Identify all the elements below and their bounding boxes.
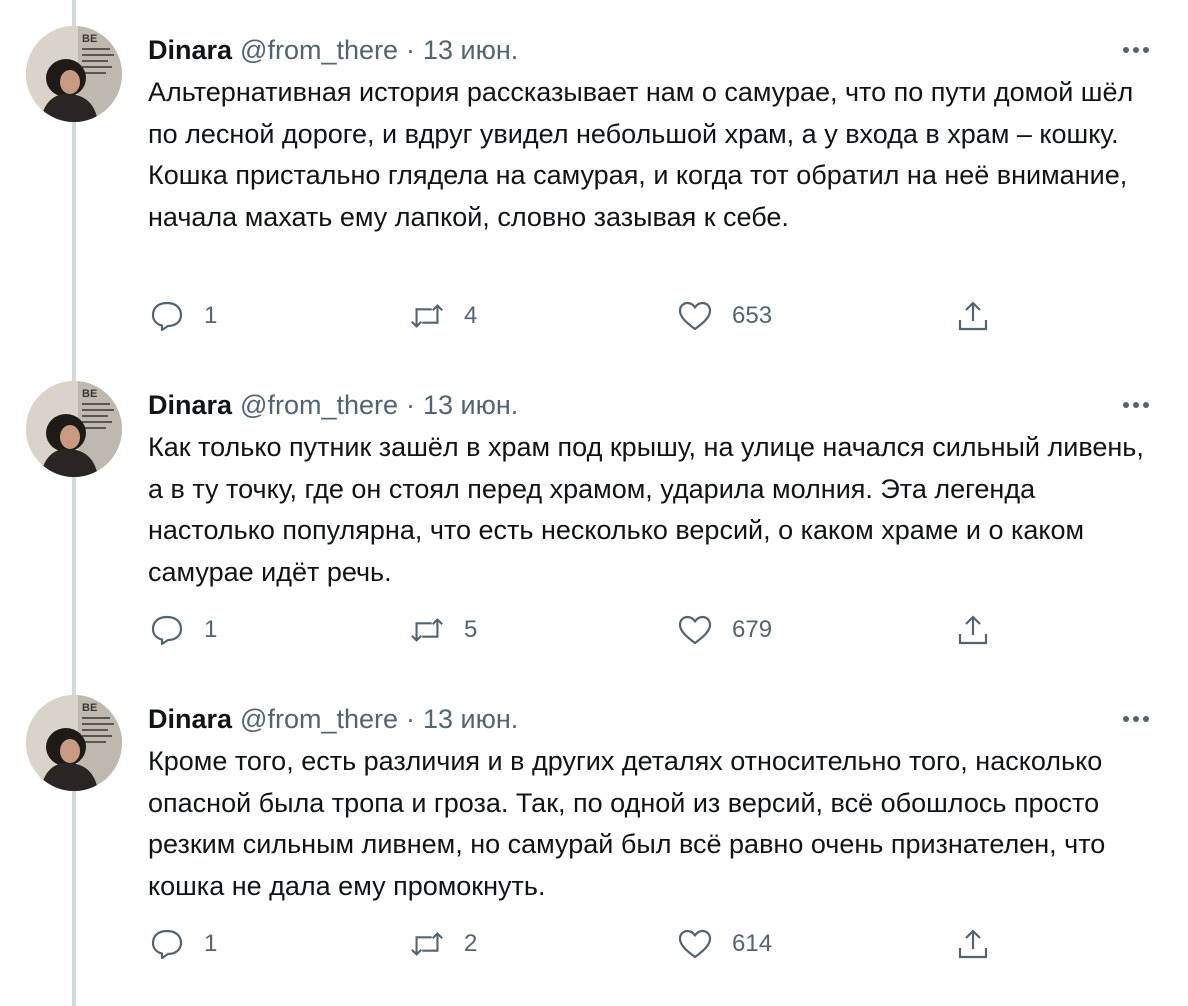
share-button[interactable] (954, 602, 992, 658)
author-handle[interactable]: @from_there (240, 704, 398, 735)
retweet-button[interactable]: 5 (408, 602, 477, 658)
like-icon (676, 297, 714, 335)
tweet-text: Альтернативная история рассказывает нам … (148, 77, 1134, 232)
tweet-text: Кроме того, есть различия и в других дет… (148, 746, 1106, 901)
tweet-header: Dinara @from_there · 13 июн. (148, 699, 518, 739)
separator: · (406, 34, 416, 65)
reply-count: 1 (204, 302, 218, 329)
like-button[interactable]: 653 (676, 288, 772, 344)
share-icon (954, 611, 992, 649)
svg-text:BE: BE (82, 33, 97, 45)
like-count: 614 (732, 930, 773, 957)
retweet-count: 4 (464, 302, 478, 329)
share-button[interactable] (954, 916, 992, 972)
more-icon[interactable] (1118, 387, 1154, 423)
author-handle[interactable]: @from_there (240, 35, 398, 66)
retweet-icon (408, 611, 446, 649)
tweet-actions: 1 5 679 (148, 602, 1008, 658)
more-icon[interactable] (1118, 32, 1154, 68)
tweet-header: Dinara @from_there · 13 июн. (148, 30, 518, 70)
tweet-date[interactable]: 13 июн. (423, 390, 518, 421)
tweet[interactable]: BE Dinara @from_there · 13 июн. Альтерна… (0, 0, 1188, 332)
avatar[interactable]: BE (26, 381, 122, 477)
svg-text:BE: BE (82, 702, 97, 714)
reply-icon (148, 925, 186, 963)
reply-count: 1 (204, 616, 218, 643)
reply-button[interactable]: 1 (148, 288, 217, 344)
retweet-count: 2 (464, 930, 478, 957)
author-name[interactable]: Dinara (148, 704, 232, 735)
like-button[interactable]: 614 (676, 916, 772, 972)
like-count: 653 (732, 302, 773, 329)
avatar[interactable]: BE (26, 695, 122, 791)
retweet-count: 5 (464, 616, 478, 643)
tweet-header: Dinara @from_there · 13 июн. (148, 385, 518, 425)
retweet-icon (408, 297, 446, 335)
like-icon (676, 925, 714, 963)
share-button[interactable] (954, 288, 992, 344)
tweet-date[interactable]: 13 июн. (423, 704, 518, 735)
like-button[interactable]: 679 (676, 602, 772, 658)
share-icon (954, 297, 992, 335)
reply-button[interactable]: 1 (148, 602, 217, 658)
reply-count: 1 (204, 930, 218, 957)
author-name[interactable]: Dinara (148, 35, 232, 66)
svg-text:BE: BE (82, 388, 97, 400)
retweet-icon (408, 925, 446, 963)
author-name[interactable]: Dinara (148, 390, 232, 421)
avatar[interactable]: BE (26, 26, 122, 122)
tweet-text: Как только путник зашёл в храм под крышу… (148, 432, 1144, 587)
like-count: 679 (732, 616, 773, 643)
tweet[interactable]: BE Dinara @from_there · 13 июн. Как толь… (0, 355, 1188, 669)
reply-button[interactable]: 1 (148, 916, 217, 972)
reply-icon (148, 297, 186, 335)
tweet[interactable]: BE Dinara @from_there · 13 июн. Кроме то… (0, 669, 1188, 983)
separator: · (406, 389, 416, 420)
tweet-date[interactable]: 13 июн. (423, 35, 518, 66)
separator: · (406, 703, 416, 734)
reply-icon (148, 611, 186, 649)
tweet-actions: 1 2 614 (148, 916, 1008, 972)
retweet-button[interactable]: 2 (408, 916, 477, 972)
share-icon (954, 925, 992, 963)
author-handle[interactable]: @from_there (240, 390, 398, 421)
more-icon[interactable] (1118, 701, 1154, 737)
like-icon (676, 611, 714, 649)
tweet-actions: 1 4 653 (148, 288, 1008, 344)
retweet-button[interactable]: 4 (408, 288, 477, 344)
